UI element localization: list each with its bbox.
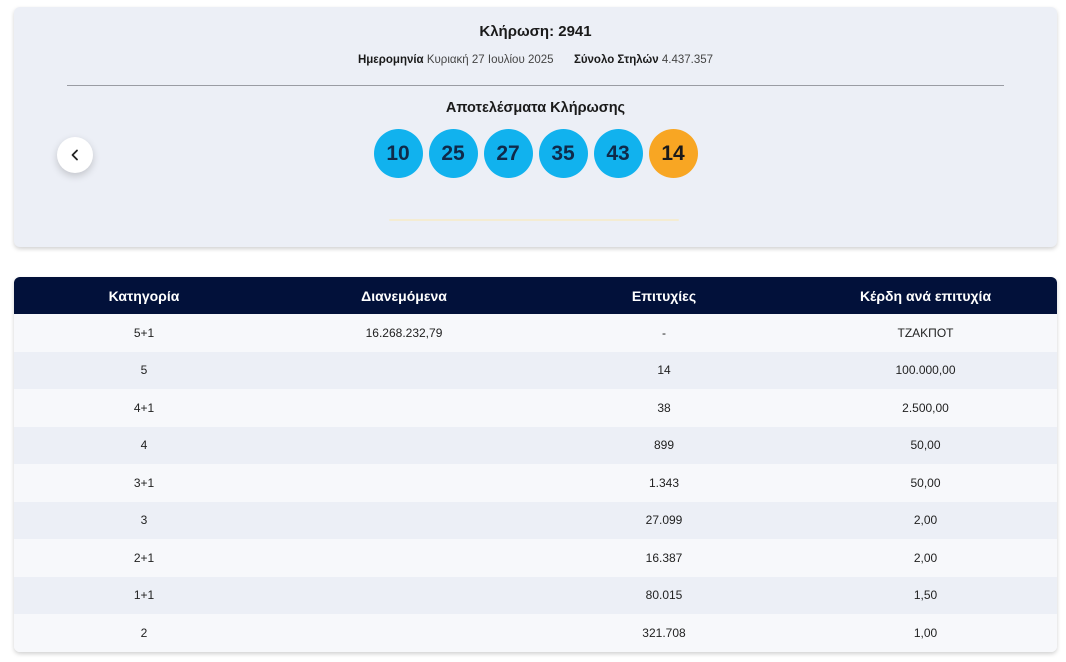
table-row: 5+1 16.268.232,79 - ΤΖΑΚΠΟΤ: [14, 314, 1057, 352]
category-cell: 2+1: [133, 550, 155, 565]
distributed-cell: 16.268.232,79: [365, 325, 443, 340]
prize-cell: 2.500,00: [902, 400, 949, 415]
header-winners: Επιτυχίες: [631, 287, 697, 304]
prize-cell: 1,50: [913, 588, 938, 603]
prize-cell: 1,00: [913, 625, 938, 640]
category-cell: 1+1: [133, 588, 155, 603]
winners-cell: 321.708: [642, 625, 686, 640]
winners-cell: 1.343: [648, 475, 680, 490]
category-cell: 5+1: [133, 325, 155, 340]
winning-numbers: 10 25 27 35 43 14: [14, 129, 1057, 178]
category-cell: 2: [140, 625, 148, 640]
table-row: 3 27.099 2,00: [14, 501, 1057, 540]
winners-cell: -: [662, 325, 666, 340]
prize-cell: ΤΖΑΚΠΟΤ: [897, 325, 954, 340]
header-category: Κατηγορία: [108, 287, 180, 304]
winners-cell: 27.099: [645, 513, 683, 528]
table-row: 2+1 16.387 2,00: [14, 539, 1057, 577]
table-row: 4 899 50,00: [14, 426, 1057, 465]
distributed-cell: [274, 427, 534, 465]
number-ball: 25: [428, 129, 478, 178]
prize-cell: 50,00: [910, 438, 941, 453]
category-cell: 5: [140, 363, 148, 378]
table-row: 3+1 1.343 50,00: [14, 464, 1057, 502]
distributed-cell: [274, 464, 534, 502]
columns-value: 4.437.357: [661, 54, 714, 66]
date-value: Κυριακή 27 Ιουλίου 2025: [426, 54, 554, 66]
number-ball: 43: [593, 129, 643, 178]
prize-cell: 100.000,00: [895, 363, 956, 378]
distributed-cell: [274, 577, 534, 615]
date-label: Ημερομηνία: [357, 54, 424, 66]
columns-label: Σύνολο Στηλών: [573, 54, 659, 66]
table-header-row: Κατηγορία Διανεμόμενα Επιτυχίες Κέρδη αν…: [14, 277, 1057, 314]
category-cell: 3+1: [133, 475, 155, 490]
decorative-line: [389, 219, 679, 221]
draw-card: Κλήρωση: 2941 Ημερομηνία Κυριακή 27 Ιουλ…: [14, 7, 1057, 247]
number-ball: 10: [373, 129, 423, 178]
table-row: 1+1 80.015 1,50: [14, 576, 1057, 615]
draw-title: Κλήρωση: 2941: [479, 23, 592, 40]
winners-cell: 16.387: [645, 550, 683, 565]
number-ball: 27: [483, 129, 533, 178]
category-cell: 4: [140, 438, 148, 453]
winners-cell: 80.015: [645, 588, 683, 603]
prize-cell: 2,00: [913, 550, 938, 565]
bonus-ball: 14: [648, 129, 698, 178]
header-prize-per-winner: Κέρδη ανά επιτυχία: [859, 287, 992, 304]
number-ball: 35: [538, 129, 588, 178]
category-cell: 4+1: [133, 400, 155, 415]
winners-cell: 899: [653, 438, 675, 453]
distributed-cell: [274, 539, 534, 577]
distributed-cell: [274, 614, 534, 652]
table-row: 4+1 38 2.500,00: [14, 389, 1057, 427]
prize-cell: 50,00: [910, 475, 941, 490]
distributed-cell: [274, 502, 534, 540]
prize-table-card: Κατηγορία Διανεμόμενα Επιτυχίες Κέρδη αν…: [14, 277, 1057, 652]
draw-meta: Ημερομηνία Κυριακή 27 Ιουλίου 2025 Σύνολ…: [14, 54, 1057, 66]
table-row: 2 321.708 1,00: [14, 614, 1057, 652]
winners-cell: 38: [657, 400, 671, 415]
divider: [67, 85, 1004, 86]
distributed-cell: [274, 352, 534, 390]
results-title: Αποτελέσματα Κλήρωσης: [445, 100, 626, 116]
category-cell: 3: [140, 513, 148, 528]
table-row: 5 14 100.000,00: [14, 351, 1057, 390]
prize-table: Κατηγορία Διανεμόμενα Επιτυχίες Κέρδη αν…: [14, 277, 1057, 652]
prize-cell: 2,00: [913, 513, 938, 528]
header-distributed: Διανεμόμενα: [361, 287, 447, 304]
winners-cell: 14: [657, 363, 671, 378]
distributed-cell: [274, 389, 534, 427]
